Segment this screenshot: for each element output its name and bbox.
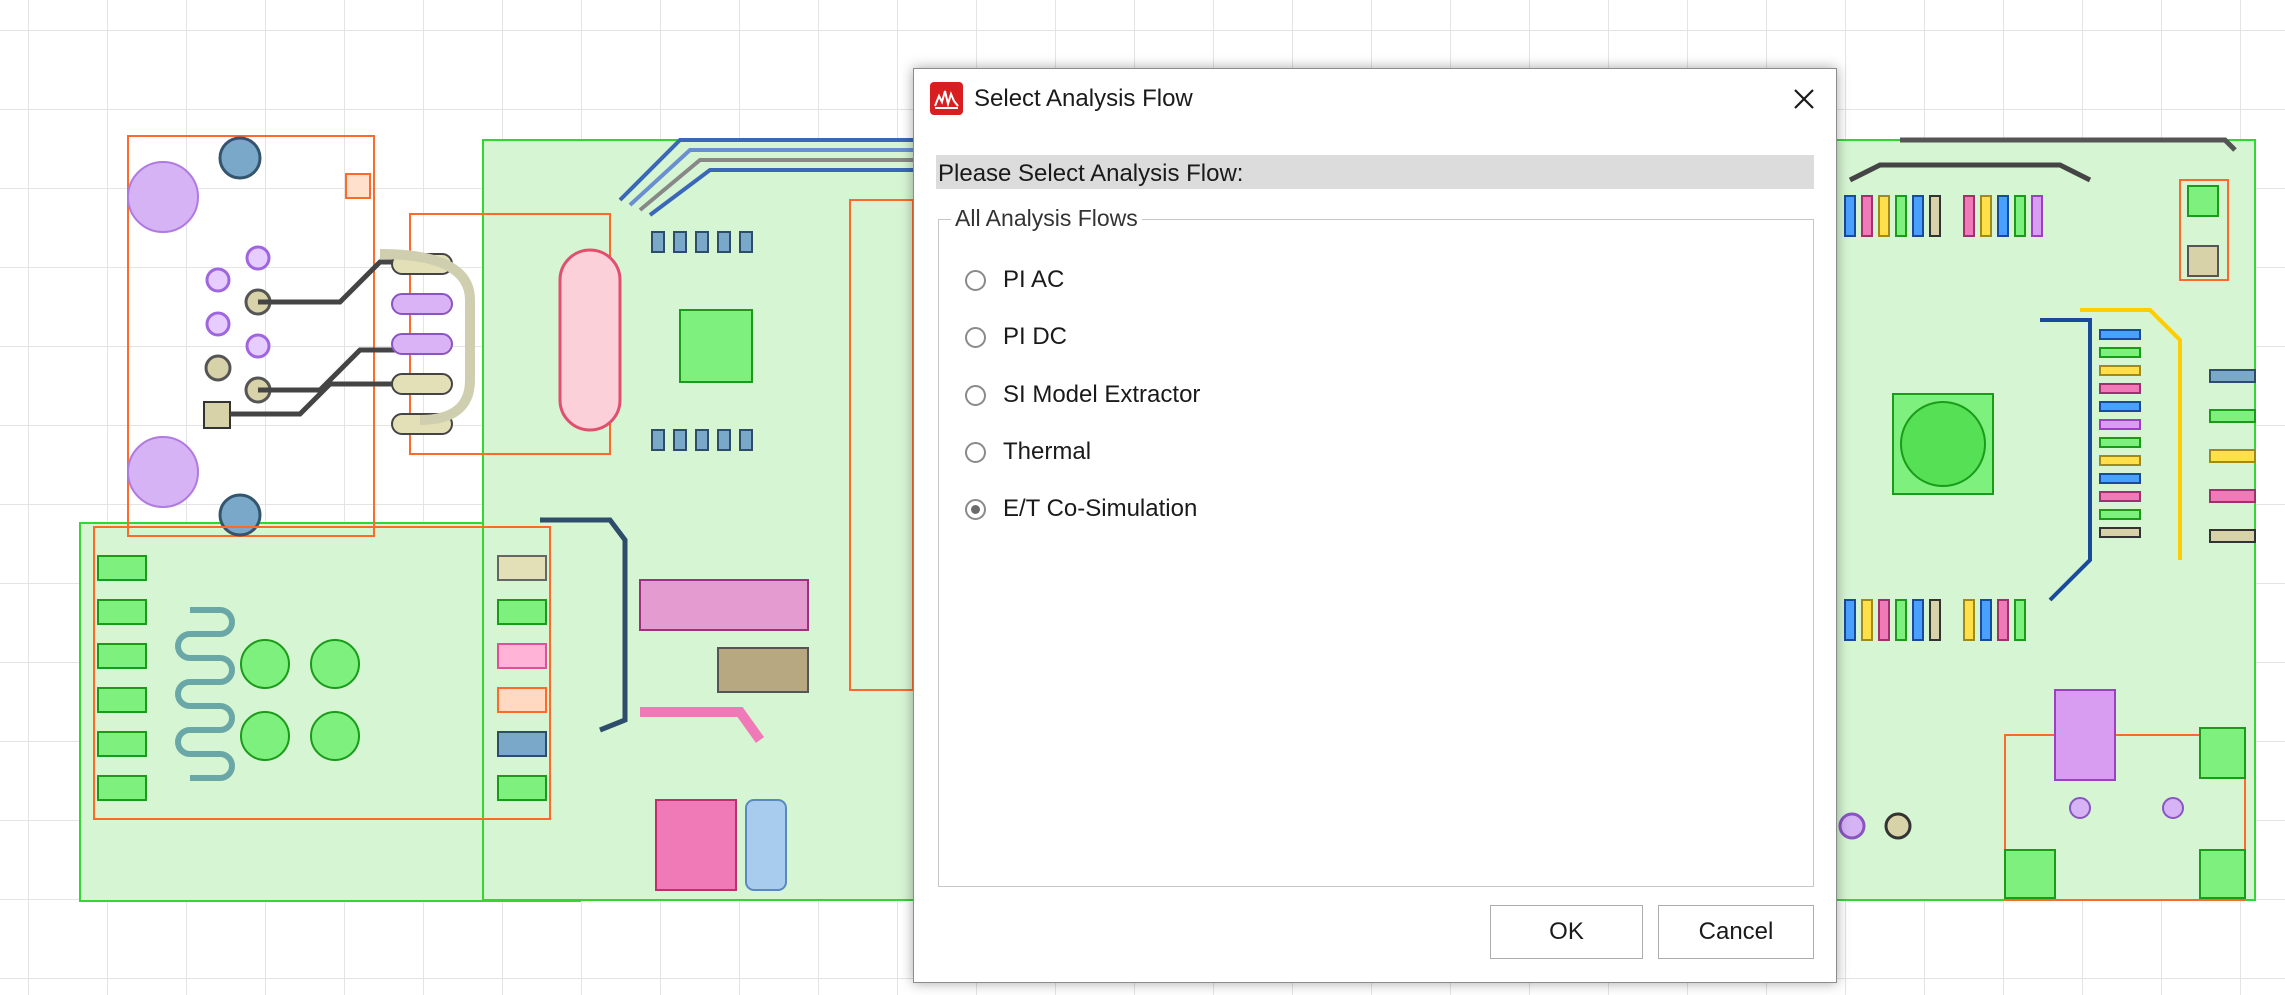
dialog-titlebar[interactable]: Select Analysis Flow <box>914 69 1836 133</box>
pad <box>497 555 547 581</box>
pad-square <box>203 401 231 429</box>
via <box>245 245 271 271</box>
pad <box>391 333 453 355</box>
option-label: Thermal <box>1003 438 1092 465</box>
close-icon <box>1794 89 1814 109</box>
ic-body <box>679 309 753 383</box>
option-thermal[interactable]: Thermal <box>965 435 1091 469</box>
option-si-model-extractor[interactable]: SI Model Extractor <box>965 378 1200 412</box>
component <box>2054 689 2116 781</box>
via <box>205 311 231 337</box>
radio-button-selected[interactable] <box>965 498 986 520</box>
via <box>1884 812 1912 840</box>
radio-button[interactable] <box>965 326 986 348</box>
pad <box>2187 245 2219 277</box>
option-pi-dc[interactable]: PI DC <box>965 320 1067 354</box>
pad-round <box>218 136 262 180</box>
component <box>639 579 809 631</box>
via <box>1838 812 1866 840</box>
cancel-button[interactable]: Cancel <box>1658 905 1814 959</box>
pad <box>2004 849 2056 899</box>
via <box>310 639 360 689</box>
mount-hole <box>127 436 199 508</box>
select-analysis-flow-dialog: Select Analysis Flow Please Select Analy… <box>913 68 1837 983</box>
component <box>655 799 737 891</box>
option-label: PI AC <box>1003 266 1065 293</box>
pad <box>391 373 453 395</box>
group-label: All Analysis Flows <box>951 205 1142 232</box>
option-label: SI Model Extractor <box>1003 381 1201 408</box>
ok-button[interactable]: OK <box>1490 905 1643 959</box>
pad <box>497 731 547 757</box>
pad <box>2187 185 2219 217</box>
radio-button[interactable] <box>965 441 986 463</box>
component-outline <box>558 248 622 432</box>
via <box>2069 797 2091 819</box>
close-button[interactable] <box>1782 77 1826 121</box>
thermal-pad <box>1900 401 1986 487</box>
via <box>240 639 290 689</box>
via <box>2162 797 2184 819</box>
radio-button[interactable] <box>965 269 986 291</box>
pad-round <box>218 493 262 537</box>
option-et-co-simulation[interactable]: E/T Co-Simulation <box>965 492 1197 526</box>
prompt-label: Please Select Analysis Flow: <box>938 160 1244 187</box>
pad <box>497 687 547 713</box>
via <box>205 267 231 293</box>
app-logo-icon <box>930 82 963 115</box>
via <box>310 711 360 761</box>
component <box>745 799 787 891</box>
via <box>245 333 271 359</box>
radio-button[interactable] <box>965 384 986 406</box>
pad <box>391 293 453 315</box>
mount-hole <box>127 161 199 233</box>
option-label: E/T Co-Simulation <box>1003 495 1198 522</box>
pad <box>497 643 547 669</box>
pad <box>2199 727 2246 779</box>
dialog-title: Select Analysis Flow <box>974 85 1193 112</box>
option-label: PI DC <box>1003 323 1068 350</box>
via <box>204 354 232 382</box>
via <box>240 711 290 761</box>
option-pi-ac[interactable]: PI AC <box>965 263 1064 297</box>
component <box>717 647 809 693</box>
analysis-flows-group: All Analysis Flows PI AC PI DC SI Model … <box>938 205 1814 887</box>
prompt-bar: Please Select Analysis Flow: <box>936 155 1814 189</box>
pad-square <box>345 173 371 199</box>
pad <box>2199 849 2246 899</box>
